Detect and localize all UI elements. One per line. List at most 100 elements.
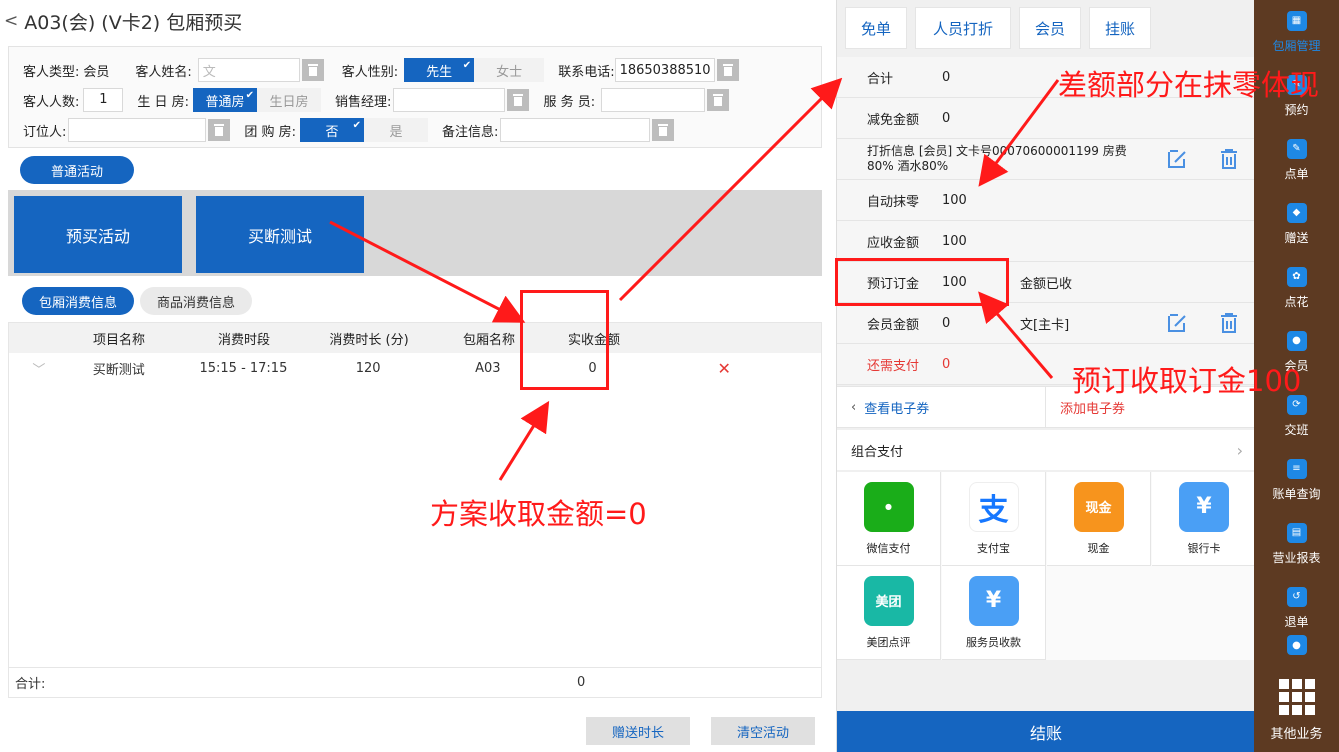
guest-name-label: 客人姓名: xyxy=(135,64,192,80)
table-row[interactable]: ﹀ 买断测试 15:15 - 17:15 120 A03 0 ✕ xyxy=(9,353,821,383)
reduce-row: 减免金额 0 xyxy=(837,98,1255,139)
guest-type-value: 会员 xyxy=(83,64,110,80)
guest-name-input[interactable]: 文 xyxy=(197,58,300,82)
clear-sales-manager-icon[interactable] xyxy=(507,89,530,111)
page-title: A03(会) (V卡2) 包厢预买 xyxy=(24,11,243,34)
other-business-label: 其他业务 xyxy=(1270,726,1323,742)
other-business-button[interactable]: 其他业务 xyxy=(1254,668,1339,752)
payment-meituan[interactable]: 美团 美团点评 xyxy=(837,566,941,660)
birthday-room-label: 生 日 房: xyxy=(137,94,190,110)
bank-card-icon: ¥ xyxy=(1179,481,1229,532)
delete-row-icon[interactable]: ✕ xyxy=(627,359,821,378)
normal-room-option[interactable]: 普通房 ✔ xyxy=(193,88,258,112)
cash-icon: 现金 xyxy=(1073,481,1124,532)
edit-discount-icon[interactable] xyxy=(1165,147,1189,171)
more-icon: ● xyxy=(1286,635,1307,655)
gender-female-option[interactable]: 女士 xyxy=(474,58,545,82)
cell-period: 15:15 - 17:15 xyxy=(199,360,288,376)
member-amount-row: 会员金额 0 文[主卡] xyxy=(837,303,1255,344)
sidebar-item-partial[interactable]: ● xyxy=(1254,628,1339,668)
check-icon: ✔ xyxy=(462,60,472,71)
edit-member-icon[interactable] xyxy=(1165,311,1189,335)
delete-member-icon[interactable] xyxy=(1217,311,1241,335)
expand-chevron-icon[interactable]: ﹀ xyxy=(9,359,69,378)
clear-guest-name-icon[interactable] xyxy=(301,59,324,81)
normal-room-text: 普通房 xyxy=(205,94,245,110)
credit-button[interactable]: 挂账 xyxy=(1089,7,1151,49)
payment-bank-card[interactable]: ¥ 银行卡 xyxy=(1152,472,1256,566)
table-header: 项目名称 消费时段 消费时长 (分) 包厢名称 实收金额 xyxy=(9,323,821,353)
gender-label: 客人性别: xyxy=(341,64,399,80)
sidebar-label: 包厢管理 xyxy=(1272,38,1321,53)
checkout-button[interactable]: 结账 xyxy=(837,711,1255,752)
guest-count-input[interactable]: 1 xyxy=(83,88,124,112)
combo-pay-row[interactable]: 组合支付 › xyxy=(837,430,1255,470)
activity-prebuy-button[interactable]: 预买活动 xyxy=(14,196,182,273)
sidebar-item-room-manage[interactable]: ▦ 包厢管理 xyxy=(1254,0,1339,64)
clear-phone-icon[interactable] xyxy=(716,59,739,81)
refund-icon: ↺ xyxy=(1286,586,1307,607)
activity-buyout-test-button[interactable]: 买断测试 xyxy=(196,196,364,273)
rounding-row: 自动抹零 100 xyxy=(837,180,1255,221)
gender-male-option[interactable]: 先生 ✔ xyxy=(404,58,475,82)
remark-label: 备注信息: xyxy=(442,124,499,140)
gift-duration-button[interactable]: 赠送时长 xyxy=(586,717,690,745)
clear-booker-icon[interactable] xyxy=(208,119,231,141)
tab-room-consumption[interactable]: 包厢消费信息 xyxy=(22,287,134,315)
amount-highlight-box xyxy=(520,290,609,390)
payment-bank-card-label: 银行卡 xyxy=(1187,541,1221,555)
free-order-button[interactable]: 免单 xyxy=(845,7,907,49)
member-amount-label: 会员金额 xyxy=(867,317,920,333)
waiter-input[interactable] xyxy=(601,88,706,112)
sidebar-item-order[interactable]: ✎ 点单 xyxy=(1254,128,1339,192)
discount-row: 打折信息 [会员] 文卡号00070600001199 房费80% 酒水80% xyxy=(837,139,1255,180)
group-yes-option[interactable]: 是 xyxy=(364,118,429,142)
receivable-value: 100 xyxy=(942,233,967,249)
chevron-left-icon: ‹ xyxy=(851,399,857,415)
alipay-icon: 支 xyxy=(968,481,1019,532)
payment-cash[interactable]: 现金 现金 xyxy=(1047,472,1151,566)
sales-manager-label: 销售经理: xyxy=(335,94,392,110)
sidebar-item-gift[interactable]: ◆ 赠送 xyxy=(1254,192,1339,256)
view-coupon-button[interactable]: ‹ 查看电子券 xyxy=(837,387,1046,427)
tab-goods-consumption[interactable]: 商品消费信息 xyxy=(140,287,252,315)
plan-annotation: 方案收取金额=0 xyxy=(430,497,647,531)
payment-alipay-label: 支付宝 xyxy=(977,541,1010,555)
member-card-note: 文[主卡] xyxy=(1020,317,1070,333)
booker-label: 订位人: xyxy=(23,124,67,140)
payment-alipay[interactable]: 支 支付宝 xyxy=(942,472,1046,566)
delete-discount-icon[interactable] xyxy=(1217,147,1241,171)
sidebar-item-flower[interactable]: ✿ 点花 xyxy=(1254,256,1339,320)
clear-remark-icon[interactable] xyxy=(652,119,675,141)
payment-wechat[interactable]: ● 微信支付 xyxy=(837,472,941,566)
grid-menu-icon xyxy=(1278,678,1315,715)
group-no-option[interactable]: 否 ✔ xyxy=(300,118,365,142)
summary-total-value: 0 xyxy=(942,69,951,85)
waiter-collect-icon: ¥ xyxy=(968,575,1019,626)
remark-input[interactable] xyxy=(500,118,651,142)
rounding-value: 100 xyxy=(942,192,967,208)
clear-activity-button[interactable]: 清空活动 xyxy=(711,717,815,745)
title-bar: < A03(会) (V卡2) 包厢预买 xyxy=(0,0,836,42)
sidebar-item-report[interactable]: ▤ 营业报表 xyxy=(1254,512,1339,576)
form-row-1: 客人类型: 会员 客人姓名: 文 客人性别: 先生 ✔ 女士 联系电话: 1865… xyxy=(23,57,739,83)
phone-input[interactable]: 18650388510 xyxy=(614,58,715,82)
staff-discount-button[interactable]: 人员打折 xyxy=(915,7,1011,49)
payment-waiter-collect[interactable]: ¥ 服务员收款 xyxy=(942,566,1046,660)
due-value: 0 xyxy=(942,356,951,372)
payment-meituan-label: 美团点评 xyxy=(866,635,911,649)
sidebar-item-bill-query[interactable]: ≡ 账单查询 xyxy=(1254,448,1339,512)
birthday-room-option[interactable]: 生日房 xyxy=(257,88,322,112)
booker-input[interactable] xyxy=(68,118,207,142)
member-amount-value: 0 xyxy=(942,315,951,331)
back-button[interactable]: < xyxy=(4,11,18,31)
order-icon: ✎ xyxy=(1286,138,1307,159)
total-value: 0 xyxy=(577,675,586,690)
payment-cash-label: 现金 xyxy=(1087,541,1110,555)
normal-activity-button[interactable]: 普通活动 xyxy=(20,156,134,184)
member-button[interactable]: 会员 xyxy=(1019,7,1081,49)
guest-form: 客人类型: 会员 客人姓名: 文 客人性别: 先生 ✔ 女士 联系电话: 1865… xyxy=(8,46,822,148)
sales-manager-input[interactable] xyxy=(393,88,506,112)
guest-count-label: 客人人数: xyxy=(23,94,80,110)
clear-waiter-icon[interactable] xyxy=(707,89,730,111)
